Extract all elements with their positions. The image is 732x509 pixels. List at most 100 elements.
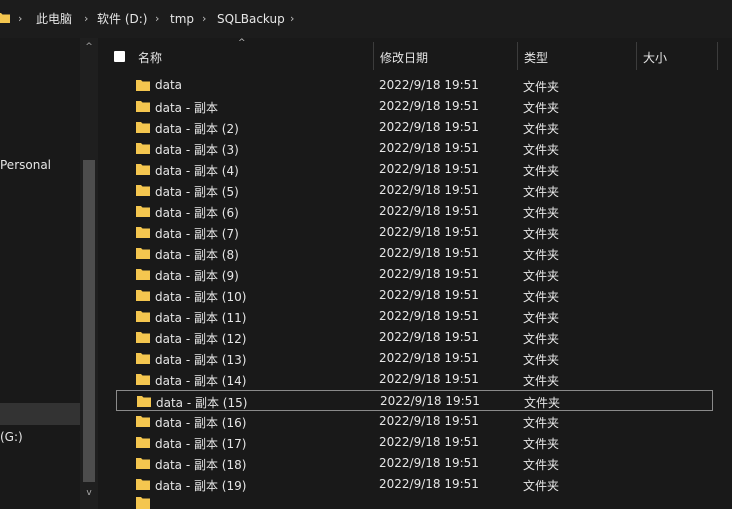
file-row[interactable]: data - 副本 (11) 2022/9/18 19:51 文件夹 [116, 306, 713, 327]
file-row[interactable]: data - 副本 (14) 2022/9/18 19:51 文件夹 [116, 369, 713, 390]
navigation-pane: Personal (G:) ^ v [0, 38, 100, 509]
file-row[interactable]: data - 副本 (8) 2022/9/18 19:51 文件夹 [116, 243, 713, 264]
file-name: data - 副本 (11) [155, 311, 247, 325]
breadcrumb-sqlbackup[interactable]: SQLBackup [217, 11, 285, 27]
file-name: data - 副本 (5) [155, 185, 239, 199]
folder-icon [136, 374, 150, 385]
file-type: 文件夹 [523, 248, 560, 262]
file-type: 文件夹 [523, 269, 560, 283]
folder-icon [136, 353, 150, 364]
column-type[interactable]: 类型 [524, 49, 548, 66]
breadcrumb-this-pc[interactable]: 此电脑 [36, 11, 72, 27]
file-type: 文件夹 [523, 458, 560, 472]
file-type: 文件夹 [523, 311, 560, 325]
chevron-right-icon[interactable]: › [290, 11, 294, 27]
folder-icon [136, 290, 150, 301]
folder-icon [136, 479, 150, 490]
file-type: 文件夹 [523, 374, 560, 388]
column-divider[interactable] [717, 42, 718, 70]
file-row[interactable]: data - 副本 (5) 2022/9/18 19:51 文件夹 [116, 180, 713, 201]
chevron-right-icon[interactable]: › [155, 11, 159, 27]
file-modified: 2022/9/18 19:51 [379, 309, 479, 323]
column-header: ^ 名称 修改日期 类型 大小 [100, 38, 732, 70]
file-type: 文件夹 [523, 353, 560, 367]
file-row[interactable]: data - 副本 (7) 2022/9/18 19:51 文件夹 [116, 222, 713, 243]
file-type: 文件夹 [523, 437, 560, 451]
address-bar[interactable]: › 此电脑 › 软件 (D:) › tmp › SQLBackup › [0, 0, 732, 38]
file-type: 文件夹 [523, 80, 560, 94]
chevron-right-icon[interactable]: › [202, 11, 206, 27]
file-modified: 2022/9/18 19:51 [379, 225, 479, 239]
file-type: 文件夹 [523, 332, 560, 346]
select-all-checkbox[interactable] [114, 51, 125, 62]
file-row[interactable]: data - 副本 (15) 2022/9/18 19:51 文件夹 [116, 390, 713, 411]
file-name: data - 副本 (15) [156, 396, 248, 410]
column-name[interactable]: 名称 [138, 49, 162, 66]
nav-item-personal[interactable]: Personal [0, 158, 51, 172]
file-name: data - 副本 (2) [155, 122, 239, 136]
folder-icon [136, 227, 150, 238]
column-divider[interactable] [636, 42, 637, 70]
breadcrumb-drive-d[interactable]: 软件 (D:) [97, 11, 147, 27]
file-modified: 2022/9/18 19:51 [379, 204, 479, 218]
file-row[interactable]: data - 副本 (12) 2022/9/18 19:51 文件夹 [116, 327, 713, 348]
file-modified: 2022/9/18 19:51 [380, 394, 480, 408]
file-name: data - 副本 (17) [155, 437, 247, 451]
nav-item-drive-g[interactable]: (G:) [0, 430, 23, 444]
file-type: 文件夹 [523, 164, 560, 178]
nav-scrollbar[interactable]: ^ v [80, 38, 98, 509]
file-type: 文件夹 [523, 290, 560, 304]
folder-icon [136, 458, 150, 469]
file-modified: 2022/9/18 19:51 [379, 414, 479, 428]
file-modified: 2022/9/18 19:51 [379, 99, 479, 113]
file-row[interactable]: data - 副本 (19) 2022/9/18 19:51 文件夹 [116, 474, 713, 495]
file-row[interactable]: data - 副本 (9) 2022/9/18 19:51 文件夹 [116, 264, 713, 285]
file-modified: 2022/9/18 19:51 [379, 183, 479, 197]
breadcrumb-tmp[interactable]: tmp [170, 11, 194, 27]
file-row[interactable]: data - 副本 (2) 2022/9/18 19:51 文件夹 [116, 117, 713, 138]
folder-icon [136, 143, 150, 154]
file-row[interactable]: data - 副本 (18) 2022/9/18 19:51 文件夹 [116, 453, 713, 474]
folder-icon [136, 101, 150, 112]
nav-item-selected[interactable] [0, 403, 80, 425]
file-row[interactable]: data 2022/9/18 19:51 文件夹 [116, 75, 713, 96]
file-modified: 2022/9/18 19:51 [379, 246, 479, 260]
scroll-up-icon[interactable]: ^ [84, 42, 94, 52]
file-name: data - 副本 (9) [155, 269, 239, 283]
folder-icon [136, 437, 150, 448]
file-row[interactable]: data - 副本 (13) 2022/9/18 19:51 文件夹 [116, 348, 713, 369]
file-modified: 2022/9/18 19:51 [379, 435, 479, 449]
file-modified: 2022/9/18 19:51 [379, 78, 479, 92]
file-name: data - 副本 (6) [155, 206, 239, 220]
column-divider[interactable] [517, 42, 518, 70]
column-size[interactable]: 大小 [643, 49, 667, 66]
scroll-thumb[interactable] [83, 160, 95, 482]
chevron-right-icon[interactable]: › [18, 11, 22, 27]
file-row[interactable]: data - 副本 (16) 2022/9/18 19:51 文件夹 [116, 411, 713, 432]
file-row[interactable]: data - 副本 (10) 2022/9/18 19:51 文件夹 [116, 285, 713, 306]
file-row[interactable]: data - 副本 (17) 2022/9/18 19:51 文件夹 [116, 432, 713, 453]
file-name: data - 副本 (8) [155, 248, 239, 262]
file-type: 文件夹 [523, 206, 560, 220]
file-type: 文件夹 [523, 122, 560, 136]
file-type: 文件夹 [523, 185, 560, 199]
file-row[interactable]: data - 副本 (3) 2022/9/18 19:51 文件夹 [116, 138, 713, 159]
column-divider[interactable] [373, 42, 374, 70]
column-modified[interactable]: 修改日期 [380, 49, 428, 66]
file-row[interactable]: data - 副本 (4) 2022/9/18 19:51 文件夹 [116, 159, 713, 180]
file-modified: 2022/9/18 19:51 [379, 162, 479, 176]
file-name: data - 副本 (12) [155, 332, 247, 346]
file-modified: 2022/9/18 19:51 [379, 267, 479, 281]
file-name: data - 副本 (18) [155, 458, 247, 472]
scroll-down-icon[interactable]: v [84, 488, 94, 498]
folder-icon [137, 396, 151, 407]
chevron-right-icon[interactable]: › [84, 11, 88, 27]
file-type: 文件夹 [523, 416, 560, 430]
file-row[interactable]: data - 副本 2022/9/18 19:51 文件夹 [116, 96, 713, 117]
file-name: data - 副本 (19) [155, 479, 247, 493]
file-name: data - 副本 (4) [155, 164, 239, 178]
file-row[interactable]: data - 副本 (6) 2022/9/18 19:51 文件夹 [116, 201, 713, 222]
file-name: data - 副本 (7) [155, 227, 239, 241]
file-name: data - 副本 (10) [155, 290, 247, 304]
folder-icon [136, 416, 150, 427]
